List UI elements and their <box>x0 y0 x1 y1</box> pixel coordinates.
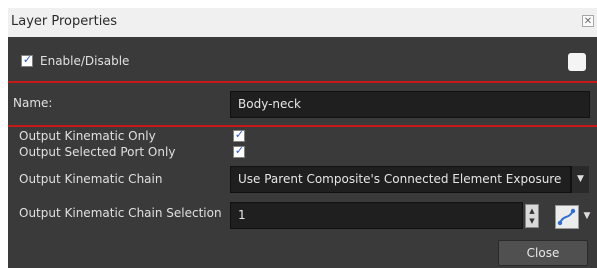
bezier-curve-icon[interactable] <box>555 205 579 229</box>
chevron-down-icon[interactable]: ▼ <box>581 209 593 223</box>
highlight-bottom-line <box>8 125 597 127</box>
chain-selection-input[interactable]: 1 <box>230 202 523 229</box>
check-icon: ✓ <box>234 144 245 157</box>
chevron-down-icon[interactable]: ▼ <box>571 166 589 193</box>
enable-checkbox[interactable]: ✓ <box>21 53 33 67</box>
title-bar: Layer Properties ✕ <box>8 8 597 37</box>
enable-label: Enable/Disable <box>40 54 130 68</box>
spin-up-icon[interactable]: ▲ <box>526 207 538 215</box>
output-kinematic-chain-selection-label: Output Kinematic Chain Selection <box>19 206 222 220</box>
spin-down-icon[interactable]: ▼ <box>526 217 538 225</box>
layer-properties-dialog: Layer Properties ✕ ✓ Enable/Disable Name… <box>8 8 597 268</box>
highlight-top-line <box>8 81 597 83</box>
dialog-title: Layer Properties <box>11 14 118 29</box>
check-icon: ✓ <box>22 53 33 66</box>
name-input[interactable]: Body-neck <box>230 91 590 118</box>
output-kinematic-chain-label: Output Kinematic Chain <box>19 172 163 186</box>
check-icon: ✓ <box>234 128 245 141</box>
close-icon[interactable]: ✕ <box>582 15 594 27</box>
output-selected-port-only-label: Output Selected Port Only <box>19 145 176 159</box>
name-label: Name: <box>13 96 53 110</box>
output-selected-port-only-checkbox[interactable]: ✓ <box>233 144 245 158</box>
close-button[interactable]: Close <box>498 240 588 266</box>
name-row: Name: Body-neck <box>8 83 597 127</box>
output-kinematic-only-label: Output Kinematic Only <box>19 129 156 143</box>
spinner-icon[interactable]: ▲ ▼ <box>525 204 539 228</box>
color-swatch[interactable] <box>568 53 586 71</box>
output-kinematic-chain-select[interactable]: Use Parent Composite's Connected Element… <box>230 166 571 193</box>
output-kinematic-only-checkbox[interactable]: ✓ <box>233 128 245 142</box>
